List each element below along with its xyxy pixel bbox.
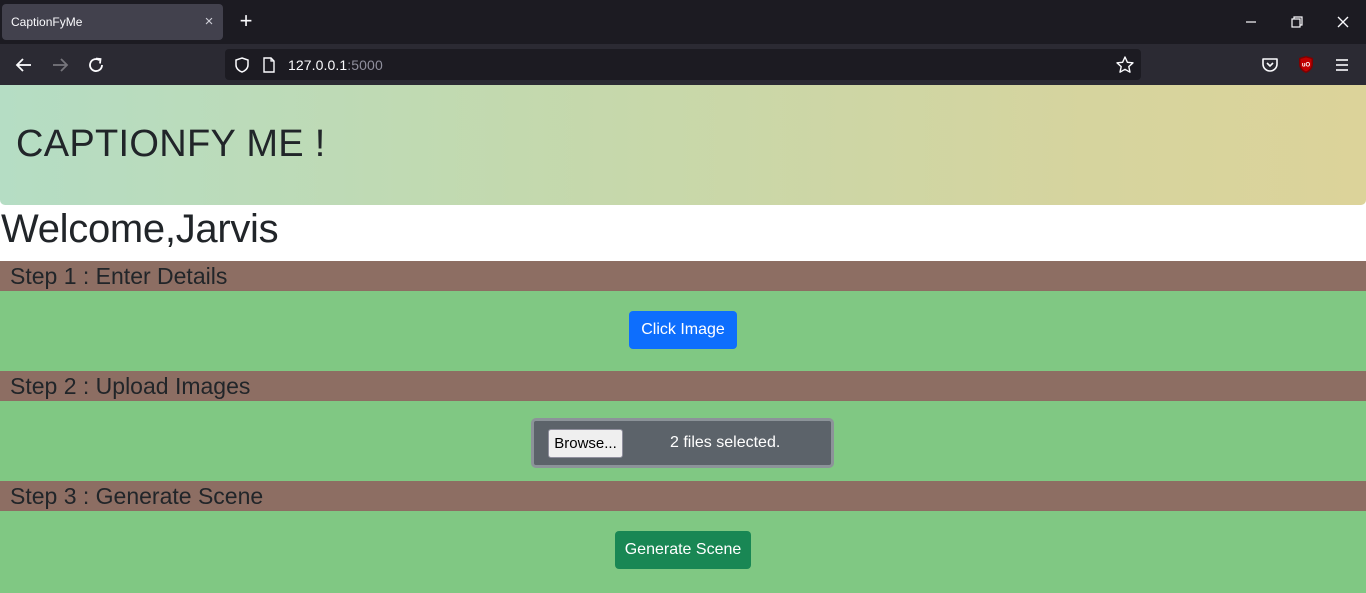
page-icon <box>263 57 275 73</box>
tab-close-icon[interactable]: × <box>200 13 218 31</box>
hamburger-menu-icon[interactable] <box>1330 53 1354 77</box>
tab-title: CaptionFyMe <box>11 15 83 29</box>
close-window-icon[interactable] <box>1329 8 1357 36</box>
url-text[interactable]: 127.0.0.1:5000 <box>288 57 383 73</box>
reload-icon[interactable] <box>84 53 108 77</box>
minimize-window-icon[interactable] <box>1237 8 1265 36</box>
generate-scene-button[interactable]: Generate Scene <box>615 531 751 569</box>
restore-window-icon[interactable] <box>1283 8 1311 36</box>
file-upload-input[interactable]: Browse... 2 files selected. <box>531 418 834 468</box>
url-host: 127.0.0.1 <box>288 57 348 73</box>
pocket-icon[interactable] <box>1258 53 1282 77</box>
browser-toolbar: 127.0.0.1:5000 uO <box>0 44 1366 85</box>
back-arrow-icon[interactable] <box>12 53 36 77</box>
shield-icon[interactable] <box>233 56 251 74</box>
step-2-header: Step 2 : Upload Images <box>0 371 1366 401</box>
url-port: :5000 <box>347 57 383 73</box>
step-3-heading: Step 3 : Generate Scene <box>10 483 264 509</box>
bookmark-star-icon[interactable] <box>1115 55 1135 75</box>
new-tab-button[interactable]: + <box>234 10 258 34</box>
step-1-header: Step 1 : Enter Details <box>0 261 1366 291</box>
header-banner: CAPTIONFY ME ! <box>0 85 1366 205</box>
step-2-heading: Step 2 : Upload Images <box>10 373 251 399</box>
step-3-header: Step 3 : Generate Scene <box>0 481 1366 511</box>
welcome-heading: Welcome,Jarvis <box>1 207 279 251</box>
browse-button[interactable]: Browse... <box>548 429 623 458</box>
forward-arrow-icon[interactable] <box>48 53 72 77</box>
file-status-text: 2 files selected. <box>670 434 781 451</box>
address-bar[interactable]: 127.0.0.1:5000 <box>225 49 1141 80</box>
browser-tab-strip: CaptionFyMe × + <box>0 0 1366 44</box>
ublock-origin-icon[interactable]: uO <box>1294 53 1318 77</box>
svg-text:uO: uO <box>1302 63 1311 69</box>
browser-tab[interactable]: CaptionFyMe × <box>2 4 223 40</box>
click-image-button[interactable]: Click Image <box>629 311 737 349</box>
step-1-heading: Step 1 : Enter Details <box>10 263 228 289</box>
page-title: CAPTIONFY ME ! <box>16 123 326 165</box>
